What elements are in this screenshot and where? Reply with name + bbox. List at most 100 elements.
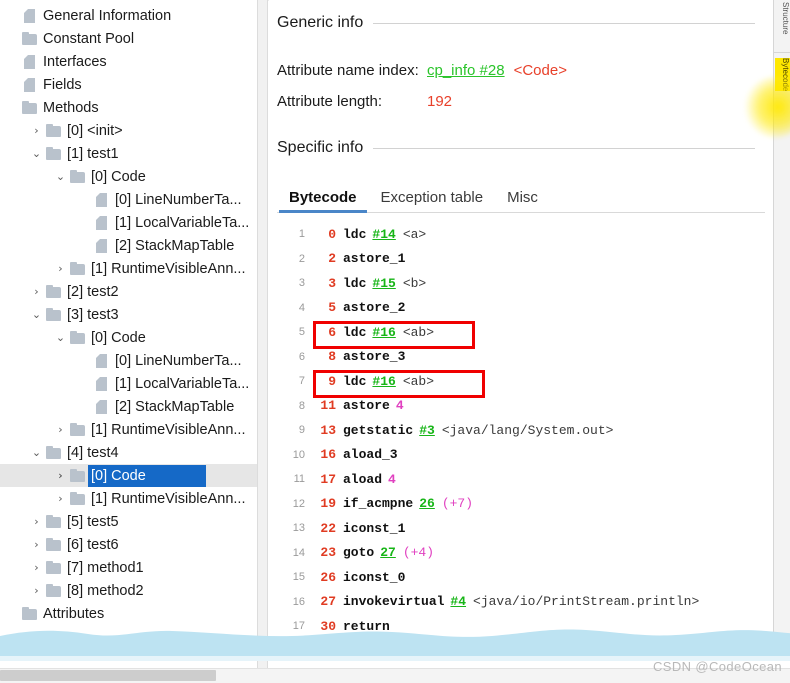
tree-item[interactable]: ⌄ [3] test3 (0, 303, 257, 326)
tree-item-label: [1] LocalVariableTa... (115, 375, 250, 392)
folder-icon (69, 261, 86, 276)
tree-item[interactable]: › [1] RuntimeVisibleAnn... (0, 418, 257, 441)
specific-info-rule (373, 147, 755, 149)
bytecode-row[interactable]: 14 23 goto 27 (+4) (277, 541, 765, 566)
constant-pool-ref-link[interactable]: #14 (372, 227, 395, 242)
tree-item[interactable]: › [0] <init> (0, 119, 257, 142)
tree-item[interactable]: [2] StackMapTable (0, 234, 257, 257)
tree-item[interactable]: ⌄ [4] test4 (0, 441, 257, 464)
constant-pool-ref-link[interactable]: #15 (372, 276, 395, 291)
chevron-down-icon[interactable]: ⌄ (28, 309, 45, 320)
tree-item[interactable]: Interfaces (0, 50, 257, 73)
folder-icon (69, 169, 86, 184)
tree-item[interactable]: [2] StackMapTable (0, 395, 257, 418)
tree-item[interactable]: [0] LineNumberTa... (0, 188, 257, 211)
tree-item[interactable]: [1] LocalVariableTa... (0, 372, 257, 395)
tree-item[interactable]: › [2] test2 (0, 280, 257, 303)
bytecode-row[interactable]: 11 17 aload 4 (277, 467, 765, 492)
tab-bytecode[interactable]: Bytecode (277, 189, 369, 213)
edge-tab-structure[interactable]: Structure (775, 2, 790, 34)
tree-item[interactable]: Constant Pool (0, 27, 257, 50)
bytecode-row[interactable]: 4 5 astore_2 (277, 296, 765, 321)
chevron-right-icon[interactable]: › (52, 493, 69, 504)
branch-target-link[interactable]: 26 (419, 496, 435, 511)
bytecode-row[interactable]: 17 30 return (277, 614, 765, 639)
cp-info-link[interactable]: cp_info #28 (427, 62, 505, 79)
constant-pool-ref-link[interactable]: #16 (372, 325, 395, 340)
chevron-right-icon[interactable]: › (52, 424, 69, 435)
tab-exception-table[interactable]: Exception table (369, 189, 496, 212)
bytecode-row[interactable]: 2 2 astore_1 (277, 247, 765, 272)
tree-item[interactable]: › [0] Code (0, 464, 257, 487)
bytecode-row[interactable]: 6 8 astore_3 (277, 345, 765, 370)
constant-pool-ref-link[interactable]: #3 (419, 423, 435, 438)
constant-pool-ref-link[interactable]: #4 (450, 594, 466, 609)
chevron-right-icon[interactable]: › (52, 263, 69, 274)
file-icon (93, 353, 110, 368)
tree-item-label: [8] method2 (67, 582, 144, 599)
bytecode-row[interactable]: 15 26 iconst_0 (277, 565, 765, 590)
tree-item[interactable]: Fields (0, 73, 257, 96)
chevron-right-icon[interactable]: › (28, 516, 45, 527)
branch-target-link[interactable]: 27 (380, 545, 396, 560)
chevron-down-icon[interactable]: ⌄ (28, 447, 45, 458)
tree-item[interactable]: › [1] RuntimeVisibleAnn... (0, 257, 257, 280)
bytecode-row[interactable]: 13 22 iconst_1 (277, 516, 765, 541)
tree-item[interactable]: › [6] test6 (0, 533, 257, 556)
edge-tab-bytecode[interactable]: Bytecode (775, 58, 790, 92)
classfile-structure-tree[interactable]: General Information Constant Pool Interfac… (0, 0, 257, 645)
constant-pool-ref-link[interactable]: #16 (372, 374, 395, 389)
chevron-right-icon[interactable]: › (28, 286, 45, 297)
bytecode-descriptor: <ab> (402, 324, 435, 340)
tree-item-label: [0] Code (88, 464, 206, 487)
folder-icon (69, 330, 86, 345)
chevron-right-icon[interactable]: › (28, 585, 45, 596)
tree-item[interactable]: ⌄ [1] test1 (0, 142, 257, 165)
bytecode-row[interactable]: 5 6 ldc #16 <ab> (277, 320, 765, 349)
chevron-down-icon[interactable]: ⌄ (28, 148, 45, 159)
tree-item[interactable]: › [1] RuntimeVisibleAnn... (0, 487, 257, 510)
chevron-down-icon[interactable]: ⌄ (52, 332, 69, 343)
bytecode-row[interactable]: 16 27 invokevirtual #4 <java/io/PrintStream.… (277, 590, 765, 615)
file-icon (21, 77, 38, 92)
tree-item[interactable]: › [7] method1 (0, 556, 257, 579)
tree-item[interactable]: › [5] test5 (0, 510, 257, 533)
bytecode-offset: 22 (320, 520, 336, 536)
tree-item[interactable]: ⌄ [0] Code (0, 165, 257, 188)
horizontal-scrollbar-thumb[interactable] (0, 670, 216, 681)
collapsed-tool-window-bar[interactable]: Structure Bytecode (773, 0, 790, 645)
bytecode-row[interactable]: 8 11 astore 4 (277, 394, 765, 419)
bytecode-row[interactable]: 10 16 aload_3 (277, 443, 765, 468)
tab-misc[interactable]: Misc (495, 189, 550, 212)
folder-icon (69, 491, 86, 506)
panel-splitter[interactable] (257, 0, 268, 683)
chevron-down-icon[interactable]: ⌄ (52, 171, 69, 182)
chevron-right-icon[interactable]: › (28, 539, 45, 550)
tree-item[interactable]: Methods (0, 96, 257, 119)
bytecode-row[interactable]: 7 9 ldc #16 <ab> (277, 369, 765, 398)
tree-item[interactable]: [0] LineNumberTa... (0, 349, 257, 372)
bytecode-row[interactable]: 9 13 getstatic #3 <java/lang/System.out> (277, 418, 765, 443)
tree-item[interactable]: General Information (0, 4, 257, 27)
bytecode-line-number: 10 (292, 448, 305, 461)
tree-item[interactable]: ⌄ [0] Code (0, 326, 257, 349)
bytecode-row[interactable]: 12 19 if_acmpne 26 (+7) (277, 492, 765, 517)
folder-icon (45, 583, 62, 598)
chevron-right-icon[interactable]: › (28, 125, 45, 136)
bytecode-line-number: 1 (298, 228, 305, 241)
bytecode-listing[interactable]: 1 0 ldc #14 <a> 2 2 astore_1 3 3 ldc #15 <b> 4 5 astore… (277, 214, 765, 644)
chevron-right-icon[interactable]: › (28, 562, 45, 573)
specific-info-tabs[interactable]: Bytecode Exception table Misc (277, 183, 765, 213)
tree-item[interactable]: [1] LocalVariableTa... (0, 211, 257, 234)
generic-info-header: Generic info (269, 14, 773, 32)
bytecode-line-number: 17 (292, 620, 305, 633)
tree-item[interactable]: Attributes (0, 602, 257, 625)
bytecode-row[interactable]: 1 0 ldc #14 <a> (277, 222, 765, 247)
bytecode-row[interactable]: 3 3 ldc #15 <b> (277, 271, 765, 296)
generic-info-rule (373, 22, 755, 24)
tree-item[interactable]: › [8] method2 (0, 579, 257, 602)
bytecode-line-number: 16 (292, 595, 305, 608)
chevron-right-icon[interactable]: › (52, 470, 69, 481)
tree-item-label: [6] test6 (67, 536, 119, 553)
bytecode-line-number: 4 (298, 301, 305, 314)
